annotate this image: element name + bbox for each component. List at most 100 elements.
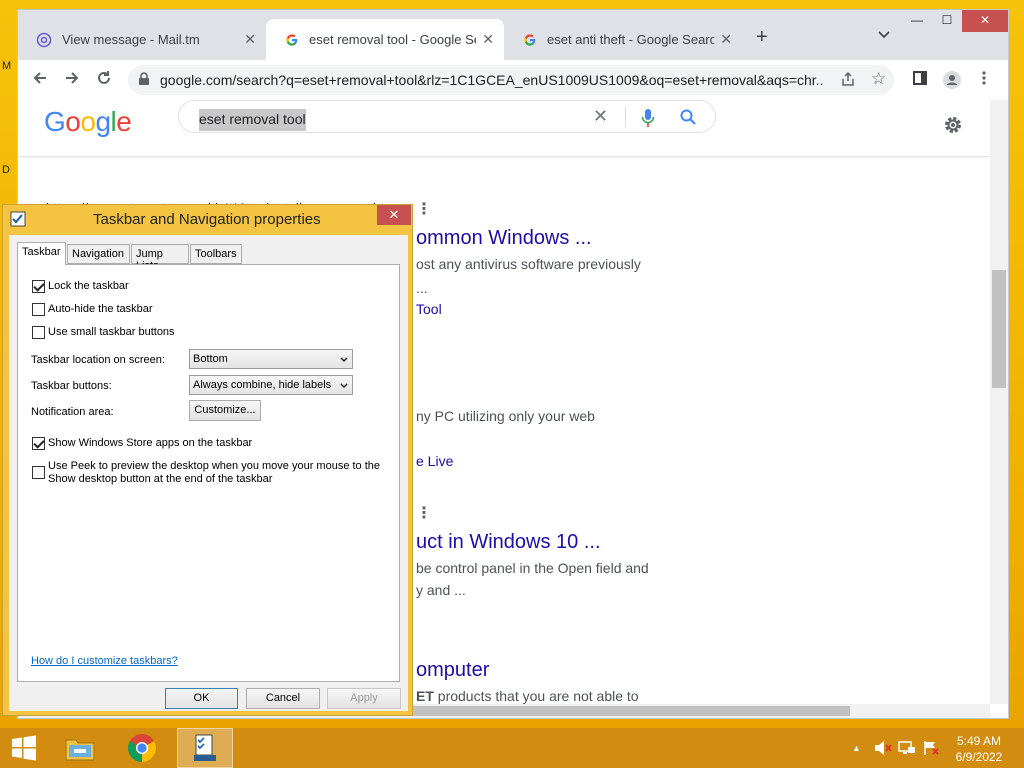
desktop-icon-label[interactable]: M	[2, 60, 11, 72]
result-sitelink[interactable]: e Live	[416, 453, 453, 469]
ok-button[interactable]: OK	[165, 688, 238, 709]
at-sign-icon	[36, 32, 52, 48]
tab-search-chevron-icon[interactable]	[878, 28, 890, 42]
system-clock[interactable]: 5:49 AM 6/9/2022	[946, 733, 1012, 765]
result-sitelink[interactable]: Tool	[416, 301, 442, 317]
tab-label: View message - Mail.tm	[62, 32, 200, 47]
share-icon[interactable]	[840, 71, 856, 90]
start-windows-icon[interactable]	[0, 728, 48, 768]
search-icon[interactable]	[679, 108, 697, 131]
tab-label: eset anti theft - Google Search	[547, 32, 715, 47]
logo-letter: G	[44, 106, 66, 137]
help-link[interactable]: How do I customize taskbars?	[31, 655, 178, 667]
google-logo[interactable]: Google	[44, 106, 132, 138]
close-tab-icon[interactable]: ✕	[720, 31, 732, 48]
tab-eset-anti-theft[interactable]: eset anti theft - Google Search ✕	[504, 19, 742, 60]
file-explorer-icon[interactable]	[52, 728, 108, 768]
action-center-flag-icon[interactable]	[922, 740, 940, 759]
checkbox-box[interactable]	[32, 437, 45, 450]
close-tab-icon[interactable]: ✕	[482, 31, 494, 48]
lock-taskbar-checkbox[interactable]: Lock the taskbar	[32, 280, 129, 293]
result-title[interactable]: omputer	[416, 659, 489, 682]
taskbar-properties-task-icon[interactable]	[177, 728, 233, 768]
result-title[interactable]: ommon Windows ...	[416, 227, 592, 250]
location-label: Taskbar location on screen:	[31, 354, 165, 366]
logo-letter: o	[65, 106, 81, 137]
tab-jump-lists[interactable]: Jump Lists	[131, 244, 189, 272]
google-g-icon	[522, 32, 537, 48]
gear-icon[interactable]	[942, 114, 964, 141]
clear-search-icon[interactable]: ✕	[593, 106, 608, 127]
chrome-icon[interactable]	[114, 728, 170, 768]
select-value: Always combine, hide labels	[193, 379, 332, 391]
result-snippet: ...	[416, 280, 428, 296]
result-menu-icon[interactable]: ⋮	[416, 199, 432, 219]
checkbox-box[interactable]	[32, 326, 45, 339]
volume-muted-icon[interactable]	[874, 740, 892, 759]
result-menu-icon[interactable]: ⋮	[416, 503, 432, 523]
clock-date: 6/9/2022	[955, 750, 1003, 764]
tab-mail[interactable]: View message - Mail.tm ✕	[18, 19, 266, 60]
chevron-down-icon	[340, 381, 348, 389]
taskbar-tab-panel: Lock the taskbar Auto-hide the taskbar U…	[17, 264, 400, 682]
tab-eset-removal[interactable]: eset removal tool - Google Search ✕	[266, 19, 504, 60]
address-bar[interactable]: google.com/search?q=eset+removal+tool&rl…	[128, 65, 894, 95]
tab-toolbars[interactable]: Toolbars	[190, 244, 242, 264]
result-snippet: ny PC utilizing only your web	[416, 408, 595, 424]
close-tab-icon[interactable]: ✕	[244, 31, 256, 48]
logo-letter: e	[116, 106, 132, 137]
search-query-text[interactable]: eset removal tool	[199, 109, 306, 131]
profile-avatar-icon[interactable]	[942, 70, 962, 94]
result-snippet: ost any antivirus software previously	[416, 256, 641, 272]
tab-strip: View message - Mail.tm ✕ eset removal to…	[18, 10, 1008, 60]
new-tab-button[interactable]: +	[756, 26, 768, 49]
checkbox-box[interactable]	[32, 466, 45, 479]
notification-area-label: Notification area:	[31, 406, 114, 418]
microphone-icon[interactable]	[641, 108, 655, 133]
scrollbar-thumb[interactable]	[992, 270, 1006, 388]
side-panel-icon[interactable]	[910, 70, 930, 90]
reload-icon[interactable]	[94, 70, 114, 90]
browser-toolbar: google.com/search?q=eset+removal+tool&rl…	[18, 60, 1008, 100]
clock-time: 5:49 AM	[956, 734, 1002, 748]
chrome-menu-icon[interactable]	[974, 70, 994, 90]
checkbox-box[interactable]	[32, 280, 45, 293]
tab-label: eset removal tool - Google Search	[309, 32, 476, 47]
maximize-button[interactable]: ☐	[932, 10, 962, 32]
google-header: Google eset removal tool ✕	[18, 100, 990, 156]
dialog-checklist-icon	[10, 211, 26, 227]
vertical-scrollbar[interactable]	[990, 100, 1008, 704]
dialog-body: Taskbar Navigation Jump Lists Toolbars L…	[9, 235, 408, 711]
search-box[interactable]: eset removal tool ✕	[178, 100, 716, 133]
lock-icon[interactable]	[138, 72, 150, 86]
result-snippet: be control panel in the Open field and	[416, 560, 649, 576]
taskbar: ▲ 5:49 AM 6/9/2022	[0, 728, 1024, 768]
taskbar-properties-dialog: Taskbar and Navigation properties ✕ Task…	[2, 204, 413, 716]
customize-button[interactable]: Customize...	[189, 400, 261, 421]
back-arrow-icon[interactable]	[30, 70, 50, 90]
bold-term: ET	[416, 688, 434, 704]
small-buttons-checkbox[interactable]: Use small taskbar buttons	[32, 326, 175, 339]
result-title[interactable]: uct in Windows 10 ...	[416, 531, 601, 554]
cancel-button[interactable]: Cancel	[246, 688, 320, 709]
checkbox-box[interactable]	[32, 303, 45, 316]
tab-navigation[interactable]: Navigation	[67, 244, 130, 264]
auto-hide-checkbox[interactable]: Auto-hide the taskbar	[32, 303, 153, 316]
minimize-button[interactable]: —	[902, 10, 932, 32]
tray-overflow-icon[interactable]: ▲	[852, 743, 861, 753]
store-apps-checkbox[interactable]: Show Windows Store apps on the taskbar	[32, 437, 252, 450]
dialog-close-button[interactable]: ✕	[377, 205, 411, 225]
bookmark-star-icon[interactable]: ☆	[871, 69, 886, 89]
scrollbar-thumb[interactable]	[410, 706, 850, 716]
desktop-icon-label[interactable]: D	[2, 164, 10, 176]
taskbar-location-select[interactable]: Bottom	[189, 349, 353, 369]
taskbar-buttons-select[interactable]: Always combine, hide labels	[189, 375, 353, 395]
checkbox-label: Show Windows Store apps on the taskbar	[48, 437, 253, 449]
close-window-button[interactable]: ✕	[962, 10, 1008, 32]
network-icon[interactable]	[898, 740, 916, 759]
result-snippet: ET products that you are not able to	[416, 688, 639, 704]
checkbox-label: Use Peek to preview the desktop when you…	[48, 460, 381, 485]
tab-taskbar[interactable]: Taskbar	[17, 242, 66, 265]
peek-checkbox[interactable]: Use Peek to preview the desktop when you…	[32, 460, 382, 486]
forward-arrow-icon[interactable]	[62, 70, 82, 90]
